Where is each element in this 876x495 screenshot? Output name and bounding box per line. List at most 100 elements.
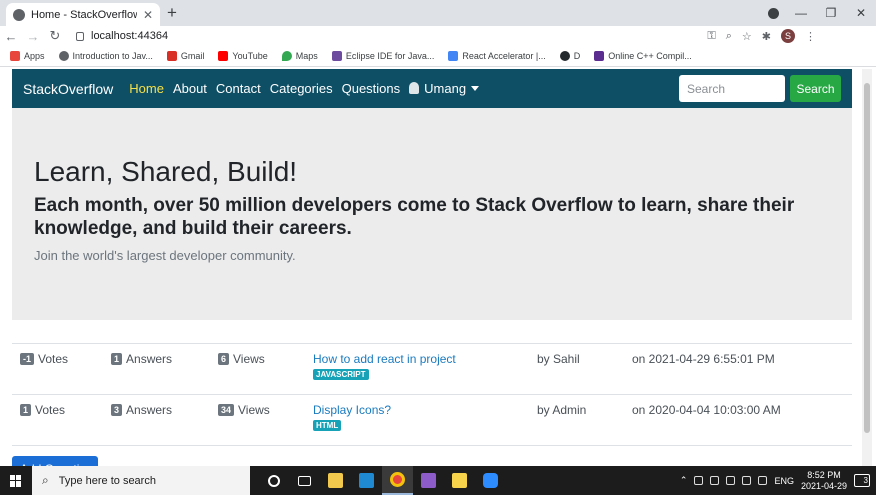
system-tray: ⌃ ENG 8:52 PM 2021-04-29 3 — [680, 466, 876, 495]
address-bar[interactable]: localhost:44364 — [72, 27, 812, 45]
search-input[interactable] — [679, 75, 785, 102]
wifi-icon[interactable] — [742, 476, 752, 485]
answers-stat: 3 Answers — [111, 403, 172, 417]
question-row: -1 Votes 1 Answers 6 Views How to add react… — [12, 344, 852, 394]
new-tab-icon[interactable]: + — [167, 3, 177, 23]
nav-categories[interactable]: Categories — [270, 81, 333, 96]
question-row: 1 Votes 3 Answers 34 Views Display Icons? H… — [12, 395, 852, 445]
bookmark-star-icon[interactable]: ☆ — [742, 30, 752, 43]
extensions-icon[interactable]: ✱ — [762, 30, 771, 43]
info-icon[interactable] — [76, 31, 84, 41]
nav-contact[interactable]: Contact — [216, 81, 261, 96]
question-title-link[interactable]: Display Icons? — [313, 403, 391, 417]
user-icon — [409, 82, 420, 94]
answers-stat: 1 Answers — [111, 352, 172, 366]
navbar-brand[interactable]: StackOverflow — [23, 81, 113, 97]
globe-icon — [58, 51, 69, 61]
page-scrollbar[interactable] — [862, 69, 872, 466]
close-tab-icon[interactable]: ✕ — [143, 8, 153, 22]
hero-jumbotron: Learn, Shared, Build! Each month, over 5… — [12, 108, 852, 320]
visual-studio-icon[interactable] — [413, 466, 444, 495]
volume-icon[interactable] — [758, 476, 768, 485]
apps-grid-icon — [10, 51, 20, 61]
url-text[interactable]: localhost:44364 — [91, 30, 168, 42]
chrome-menu-dot-icon[interactable] — [768, 8, 779, 19]
bookmark-maps[interactable]: Maps — [281, 51, 318, 61]
votes-stat: -1 Votes — [20, 352, 68, 366]
search-button[interactable]: Search — [790, 75, 841, 102]
hero-title: Learn, Shared, Build! — [34, 156, 298, 187]
globe-icon — [13, 8, 25, 21]
restore-icon[interactable]: ❐ — [816, 6, 846, 20]
votes-count: 1 — [20, 404, 32, 416]
menu-kebab-icon[interactable]: ⋮ — [805, 30, 816, 43]
bookmark-eclipse[interactable]: Eclipse IDE for Java... — [331, 51, 434, 61]
nav-about[interactable]: About — [173, 81, 207, 96]
vscode-icon[interactable] — [351, 466, 382, 495]
divider — [12, 445, 852, 446]
github-icon — [559, 51, 570, 61]
bookmark-github[interactable]: D — [559, 51, 580, 61]
battery-icon[interactable] — [726, 476, 736, 485]
file-explorer-icon[interactable] — [320, 466, 351, 495]
bookmark-youtube[interactable]: YouTube — [218, 51, 268, 61]
nav-questions[interactable]: Questions — [342, 81, 401, 96]
zoom-icon[interactable]: ⌕ — [726, 30, 732, 43]
question-tag[interactable]: JAVASCRIPT — [313, 369, 369, 380]
question-title-link[interactable]: How to add react in project — [313, 352, 456, 366]
views-label: Views — [238, 403, 270, 417]
microphone-icon[interactable] — [710, 476, 720, 485]
profile-avatar[interactable]: S — [781, 29, 795, 43]
bookmark-apps[interactable]: Apps — [10, 51, 45, 61]
clock-time: 8:52 PM — [807, 469, 841, 480]
search-icon: ⌕ — [42, 473, 49, 487]
taskbar-search-box[interactable]: ⌕ Type here to search — [32, 466, 250, 495]
votes-stat: 1 Votes — [20, 403, 65, 417]
views-stat: 6 Views — [218, 352, 265, 366]
views-label: Views — [233, 352, 265, 366]
votes-label: Votes — [38, 352, 69, 366]
start-button[interactable] — [0, 466, 32, 495]
chrome-icon[interactable] — [382, 466, 413, 495]
answers-count: 3 — [111, 404, 123, 416]
sticky-notes-icon[interactable] — [444, 466, 475, 495]
youtube-icon — [218, 51, 229, 61]
site-navbar: StackOverflow Home About Contact Categor… — [12, 69, 852, 108]
question-tag[interactable]: HTML — [313, 420, 342, 431]
tab-title: Home - StackOverflow — [31, 8, 137, 21]
language-indicator[interactable]: ENG — [774, 476, 794, 486]
notification-center-icon[interactable]: 3 — [854, 474, 870, 487]
cortana-icon[interactable] — [258, 466, 289, 495]
key-icon[interactable]: ⚿ — [707, 30, 715, 43]
question-author: by Admin — [537, 403, 587, 417]
question-date: on 2020-04-04 10:03:00 AM — [632, 403, 781, 417]
task-view-icon[interactable] — [289, 466, 320, 495]
cloud-icon[interactable] — [694, 476, 704, 485]
bookmark-react[interactable]: React Accelerator |... — [448, 51, 546, 61]
reload-icon[interactable]: ↻ — [44, 28, 66, 44]
document-icon — [448, 51, 459, 61]
zoom-app-icon[interactable] — [475, 466, 506, 495]
close-window-icon[interactable]: ✕ — [846, 6, 876, 20]
chevron-up-icon[interactable]: ⌃ — [680, 475, 688, 486]
votes-label: Votes — [35, 403, 66, 417]
user-dropdown[interactable]: Umang — [409, 81, 480, 96]
taskbar-clock[interactable]: 8:52 PM 2021-04-29 — [801, 470, 847, 492]
bookmark-java[interactable]: Introduction to Jav... — [58, 51, 153, 61]
views-stat: 34 Views — [218, 403, 270, 417]
compiler-icon — [594, 51, 605, 61]
nav-home[interactable]: Home — [129, 81, 164, 96]
back-arrow-icon[interactable]: ← — [0, 29, 22, 44]
bookmark-cpp-compiler[interactable]: Online C++ Compil... — [594, 51, 692, 61]
eclipse-icon — [331, 51, 342, 61]
minimize-icon[interactable]: — — [786, 6, 816, 20]
scrollbar-thumb[interactable] — [864, 83, 870, 433]
forward-arrow-icon[interactable]: → — [22, 29, 44, 44]
taskbar-search-text: Type here to search — [58, 474, 156, 487]
bookmark-gmail[interactable]: Gmail — [166, 51, 204, 61]
hero-subtitle: Each month, over 50 million developers c… — [34, 195, 795, 239]
hero-lead: Join the world's largest developer commu… — [34, 248, 296, 263]
views-count: 34 — [218, 404, 235, 416]
answers-label: Answers — [126, 403, 173, 417]
browser-tab[interactable]: Home - StackOverflow ✕ — [6, 3, 160, 26]
